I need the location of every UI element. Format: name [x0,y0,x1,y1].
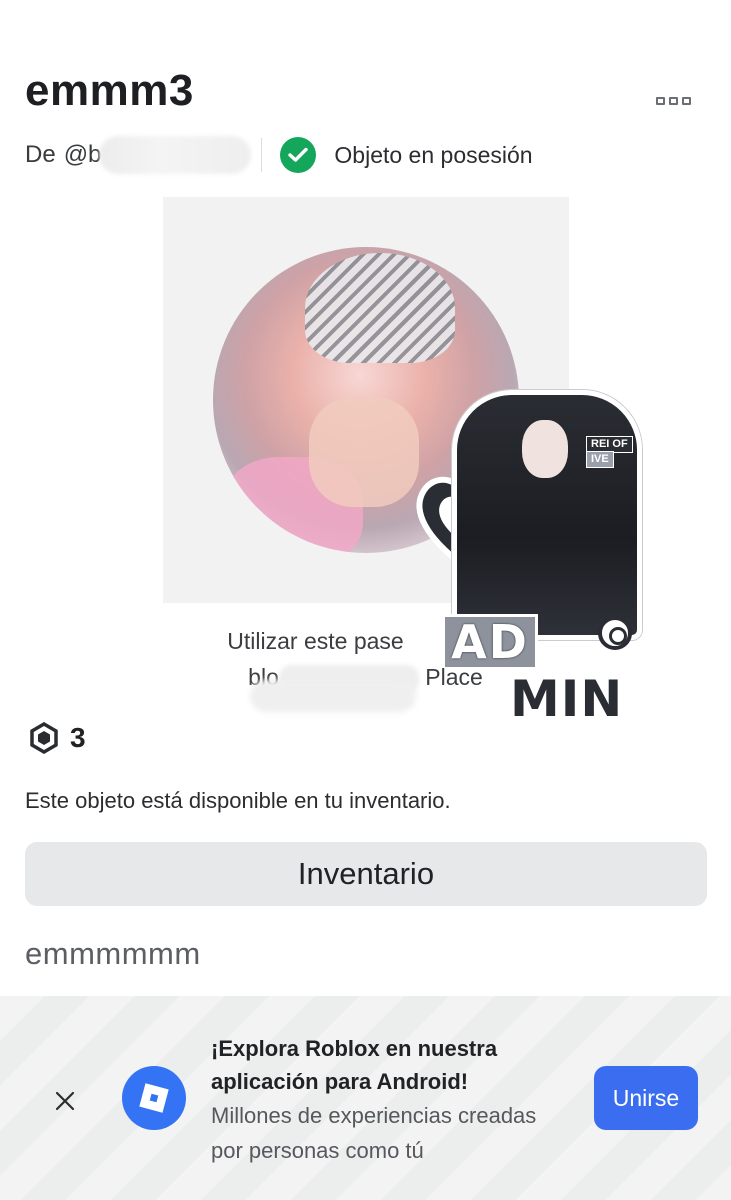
sticker-tag: IVE [586,451,614,468]
price-value: 3 [70,722,86,753]
creator-link[interactable]: De @b [25,136,252,174]
close-icon[interactable] [48,1084,82,1118]
join-button[interactable]: Unirse [594,1066,698,1130]
redacted-blur [250,680,416,712]
check-circle-icon [280,137,317,173]
redacted-handle-blur [99,136,252,174]
app-promo-banner: ¡Explora Roblox en nuestra aplicación pa… [0,996,731,1200]
inventory-button[interactable]: Inventario [25,842,707,906]
ellipsis-icon [656,97,665,105]
roblox-logo-icon [122,1066,186,1130]
item-title: emmm3 [25,66,194,115]
banner-title: ¡Explora Roblox en nuestra aplicación pa… [211,1036,498,1094]
meta-divider [261,138,263,172]
price: 3 [28,722,86,754]
description-preview-line: Utilizar este pase [227,628,404,654]
item-meta: De @b Objeto en posesión [25,132,533,178]
robux-icon [30,722,58,754]
availability-text: Este objeto está disponible en tu invent… [25,788,451,813]
item-description: emmmmmm [25,936,201,971]
creator-handle: @b [63,141,102,168]
more-options-button[interactable] [656,94,696,108]
banner-text: ¡Explora Roblox en nuestra aplicación pa… [211,1032,571,1168]
banner-subtitle: Millones de experiencias creadas por per… [211,1103,537,1163]
owned-status: Objeto en posesión [334,141,533,168]
creator-label: De [25,141,56,168]
